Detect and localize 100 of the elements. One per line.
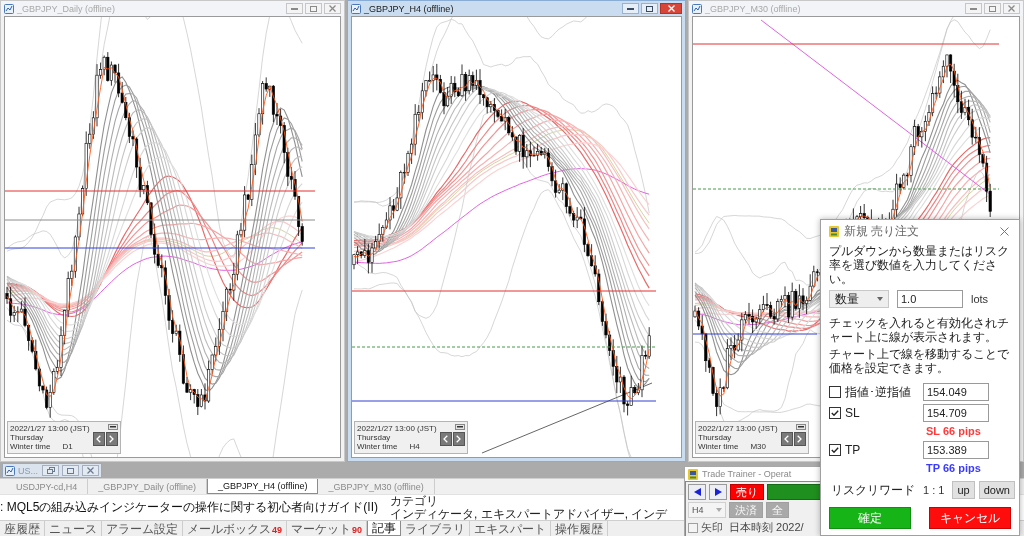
close-button[interactable] — [1003, 3, 1020, 14]
price-input[interactable]: 153.389 — [923, 441, 989, 459]
right-triangle-icon — [714, 488, 722, 496]
sell-button[interactable]: 売り — [730, 484, 764, 500]
pips-label: TP 66 pips — [925, 462, 982, 475]
minimize-icon — [291, 7, 298, 10]
minimize-button[interactable] — [622, 3, 639, 14]
minus-icon — [797, 426, 804, 428]
collapse-button[interactable] — [795, 424, 806, 430]
collapse-button[interactable] — [454, 424, 465, 430]
chevron-right-icon — [456, 435, 462, 443]
risk-reward-label: リスクリワード — [831, 483, 915, 497]
check-icon — [831, 447, 839, 453]
terminal-tab[interactable]: 座履歴 — [0, 521, 45, 536]
info-time: 2022/1/27 13:00 (JST) — [357, 424, 437, 433]
window-title: Trade Trainer - Operat — [702, 469, 792, 479]
close-button[interactable] — [997, 224, 1011, 238]
info-time: 2022/1/27 13:00 (JST) — [10, 424, 90, 433]
maximize-icon — [646, 5, 653, 12]
unread-count: 90 — [352, 524, 363, 536]
info-season: Winter time — [357, 442, 398, 451]
close-icon — [329, 5, 336, 12]
terminal-tab[interactable]: 操作履歴 — [551, 521, 609, 536]
horizontal-line[interactable] — [5, 247, 316, 249]
terminal-tab[interactable]: メールボックス 49 — [183, 521, 287, 536]
horizontal-line[interactable] — [5, 190, 316, 192]
checkbox-label: TP — [845, 443, 861, 457]
info-timeframe: H4 — [409, 442, 420, 451]
chevron-left-icon — [96, 435, 102, 443]
lots-input[interactable]: 1.0 — [897, 290, 963, 308]
terminal-tab[interactable]: ニュース — [45, 521, 102, 536]
scroll-left-button[interactable] — [780, 432, 793, 446]
next-button[interactable] — [709, 484, 727, 500]
info-day: Thursday — [10, 433, 90, 442]
horizontal-line[interactable] — [352, 346, 657, 348]
info-day: Thursday — [698, 433, 778, 442]
note-text: チャート上で線を移動することで価格を設定できます。 — [829, 347, 1010, 375]
maximize-button[interactable] — [62, 465, 79, 476]
horizontal-line[interactable] — [5, 219, 316, 221]
horizontal-line[interactable] — [693, 188, 1000, 190]
category-list: インディケータ, エキスパートアドバイザー, インデ — [390, 507, 668, 520]
left-triangle-icon — [693, 488, 701, 496]
pips-label: SL 66 pips — [925, 425, 982, 438]
close-icon — [1008, 5, 1015, 12]
window-title: _GBPJPY_Daily (offline) — [17, 3, 116, 14]
horizontal-line[interactable] — [352, 400, 657, 402]
risk-reward-value: 1 : 1 — [923, 484, 945, 496]
terminal-tab[interactable]: ライブラリ — [401, 521, 471, 536]
checkbox[interactable] — [688, 522, 698, 533]
dialog-title: 新規 売り注文 — [844, 222, 921, 240]
terminal-tab[interactable]: 記事 — [367, 521, 402, 536]
collapse-button[interactable] — [107, 424, 118, 430]
cancel-button[interactable]: キャンセル — [929, 507, 1011, 529]
scroll-left-button[interactable] — [439, 432, 452, 446]
info-time: 2022/1/27 13:00 (JST) — [698, 424, 778, 433]
instruction-text: プルダウンから数量またはリスク率を選び数値を入力してください。 — [829, 244, 1010, 286]
close-button[interactable] — [82, 465, 99, 476]
price-input[interactable]: 154.049 — [923, 383, 989, 401]
scroll-right-button[interactable] — [452, 432, 465, 446]
price-input[interactable]: 154.709 — [923, 404, 989, 422]
note-text: チェックを入れると有効化されチャート上に線が表示されます。 — [829, 316, 1010, 344]
caret-icon — [877, 297, 883, 301]
article-title[interactable]: : MQL5の組み込みインジケーターの操作に関する初心者向けガイド(II) — [0, 499, 378, 516]
close-icon — [999, 226, 1009, 236]
restore-icon — [46, 467, 55, 474]
minus-icon — [456, 426, 463, 428]
unit-label: lots — [971, 293, 989, 305]
close-button[interactable] — [324, 3, 341, 14]
chart-tab[interactable]: _GBPJPY_H4 (offline) — [207, 479, 319, 494]
category-heading: カテゴリ — [390, 495, 438, 508]
horizontal-line[interactable] — [693, 333, 818, 335]
scroll-right-button[interactable] — [105, 432, 118, 446]
scroll-left-button[interactable] — [92, 432, 105, 446]
caret-icon — [716, 508, 722, 512]
info-season: Winter time — [698, 442, 739, 451]
maximize-icon — [310, 5, 317, 12]
maximize-button[interactable] — [641, 3, 658, 14]
down-button[interactable]: down — [978, 481, 1015, 499]
chevron-left-icon — [443, 435, 449, 443]
check-icon — [831, 410, 839, 416]
minimize-icon — [627, 7, 634, 10]
window-title: _GBPJPY_M30 (offline) — [705, 3, 802, 14]
maximize-icon — [989, 5, 996, 12]
chevron-left-icon — [784, 435, 790, 443]
terminal-tab[interactable]: アラーム設定 — [102, 521, 183, 536]
restore-button[interactable] — [42, 465, 59, 476]
timeframe-select[interactable]: H4 — [688, 502, 726, 518]
checkbox[interactable] — [829, 444, 841, 456]
info-season: Winter time — [10, 442, 51, 451]
checkbox[interactable] — [829, 407, 841, 419]
up-button[interactable]: up — [952, 481, 975, 499]
close-button[interactable] — [660, 3, 682, 14]
checkbox[interactable] — [829, 386, 841, 398]
scroll-right-button[interactable] — [793, 432, 806, 446]
minus-icon — [109, 426, 116, 428]
terminal-tab[interactable]: エキスパート — [470, 521, 552, 536]
maximize-icon — [67, 467, 74, 474]
previous-button[interactable] — [688, 484, 706, 500]
info-timeframe: D1 — [62, 442, 73, 451]
quantity-select[interactable]: 数量 — [829, 290, 889, 308]
